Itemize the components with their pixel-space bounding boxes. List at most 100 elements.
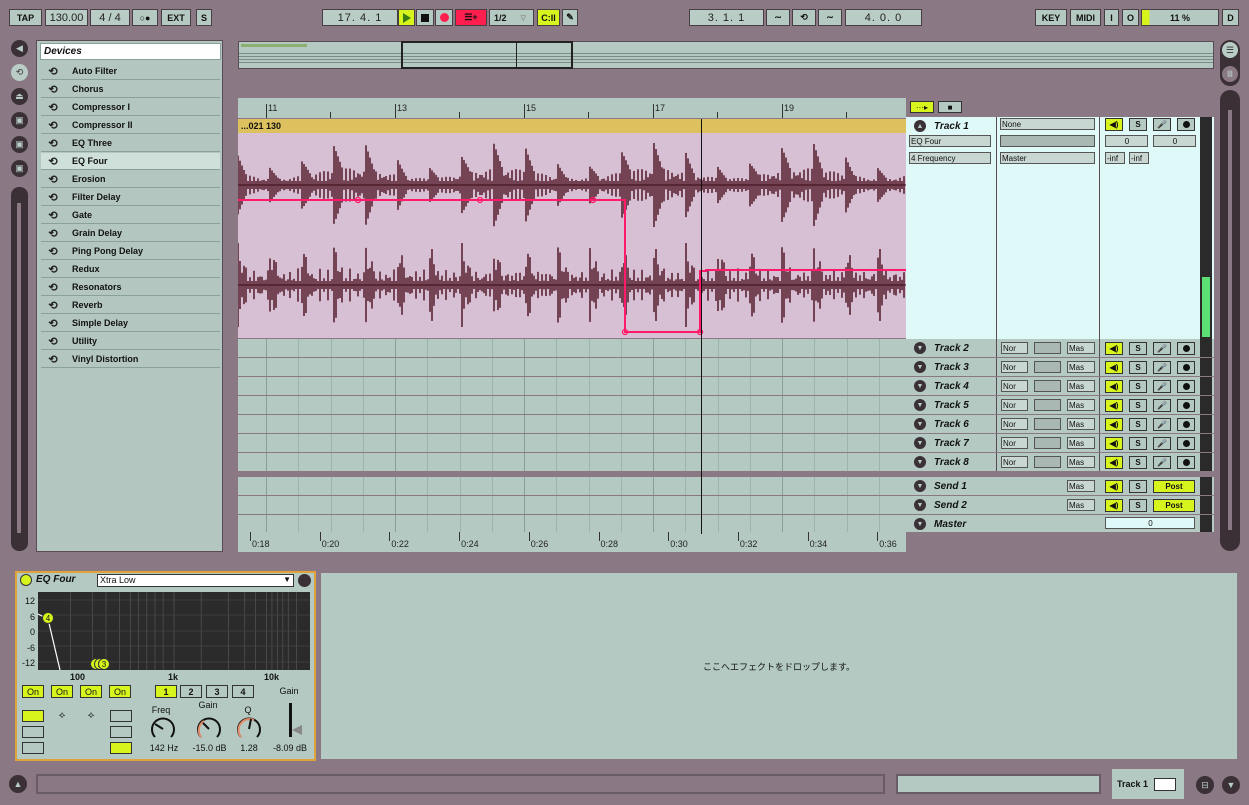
- monitor-button[interactable]: 🎤: [1153, 342, 1171, 355]
- save-preset-icon[interactable]: [298, 574, 311, 587]
- browser-item[interactable]: ⟲ Ping Pong Delay: [41, 243, 220, 260]
- track-title[interactable]: ▼ Track 4: [910, 377, 1001, 395]
- solo-button[interactable]: S: [1129, 437, 1147, 450]
- browser-item[interactable]: ⟲ Auto Filter: [41, 63, 220, 80]
- input-chooser[interactable]: Nor: [1001, 380, 1028, 392]
- overview-zoom-box[interactable]: [401, 41, 573, 69]
- sync-s-button[interactable]: S: [196, 9, 212, 26]
- quantize-select[interactable]: 1/2 ▽: [489, 9, 534, 26]
- arm-button[interactable]: [1177, 342, 1195, 355]
- file-browser-icon-3[interactable]: ▣: [11, 160, 28, 177]
- band-select-button[interactable]: 4: [232, 685, 254, 698]
- input-channel[interactable]: [1034, 456, 1061, 468]
- session-view-icon[interactable]: Ⅲ: [1222, 66, 1238, 82]
- input-channel[interactable]: [1034, 361, 1061, 373]
- track-title[interactable]: ▼ Track 7: [910, 434, 1001, 452]
- track-activator[interactable]: ◀): [1105, 380, 1123, 393]
- record-button[interactable]: [435, 9, 453, 26]
- output-chooser[interactable]: Mas: [1067, 380, 1095, 392]
- arm-button[interactable]: [1177, 437, 1195, 450]
- fold-down-icon[interactable]: ▼: [914, 437, 926, 449]
- track-lane[interactable]: [238, 358, 906, 376]
- browser-item[interactable]: ⟲ EQ Three: [41, 135, 220, 152]
- input-channel[interactable]: [1034, 342, 1061, 354]
- monitor-button[interactable]: 🎤: [1153, 380, 1171, 393]
- solo-button[interactable]: S: [1129, 342, 1147, 355]
- hide-detail-icon[interactable]: ▼: [1222, 776, 1240, 794]
- eq-display[interactable]: 4123: [37, 592, 310, 671]
- monitor-button[interactable]: 🎤: [1153, 399, 1171, 412]
- file-browser-icon-1[interactable]: ▣: [11, 112, 28, 129]
- input-chooser[interactable]: Nor: [1001, 437, 1028, 449]
- band-select-button[interactable]: 2: [180, 685, 202, 698]
- solo-button[interactable]: S: [1129, 399, 1147, 412]
- track-activator[interactable]: ◀): [1105, 399, 1123, 412]
- device-power-icon[interactable]: [20, 574, 32, 586]
- browser-item[interactable]: ⟲ Filter Delay: [41, 189, 220, 206]
- send-solo[interactable]: S: [1129, 480, 1147, 493]
- fold-down-icon[interactable]: ▼: [914, 418, 926, 430]
- browser-item[interactable]: ⟲ EQ Four: [41, 153, 220, 170]
- track-activator[interactable]: ◀): [1105, 437, 1123, 450]
- track1-arm[interactable]: [1177, 118, 1195, 131]
- bell-filter-icon-2[interactable]: ⟡: [54, 710, 70, 722]
- punch-in-button[interactable]: ∼: [766, 9, 790, 26]
- input-chooser[interactable]: Nor: [1001, 342, 1028, 354]
- browser-item[interactable]: ⟲ Compressor II: [41, 117, 220, 134]
- send-title[interactable]: ▼ Send 2: [910, 496, 1001, 514]
- show-detail-icon[interactable]: ▲: [9, 775, 27, 793]
- browser-item[interactable]: ⟲ Reverb: [41, 297, 220, 314]
- midi-map-button[interactable]: MIDI: [1070, 9, 1101, 26]
- time-ruler[interactable]: 0:18 0:20 0:22 0:24 0:26 0:28 0:30 0:32 0:34 0:36: [238, 532, 906, 552]
- input-channel[interactable]: [1034, 418, 1061, 430]
- track1-volume[interactable]: 0: [1105, 135, 1148, 147]
- fold-down-icon[interactable]: ▼: [914, 380, 926, 392]
- fold-up-icon[interactable]: ▲: [914, 120, 926, 132]
- device-view-icon[interactable]: ⊟: [1196, 776, 1214, 794]
- output-chooser[interactable]: Mas: [1067, 437, 1095, 449]
- follow-button[interactable]: C:II: [537, 9, 560, 26]
- arm-button[interactable]: [1177, 418, 1195, 431]
- send-activator[interactable]: ◀): [1105, 480, 1123, 493]
- lock-button[interactable]: ■: [938, 101, 962, 113]
- play-button[interactable]: [398, 9, 415, 26]
- lowpass-filter-icon-4[interactable]: [110, 742, 132, 754]
- send-output-chooser[interactable]: Mas: [1067, 499, 1095, 511]
- solo-button[interactable]: S: [1129, 456, 1147, 469]
- preset-chooser[interactable]: Xtra Low ▼: [97, 574, 294, 587]
- automation-line[interactable]: [238, 199, 906, 333]
- bell-filter-icon-4[interactable]: [110, 710, 132, 722]
- track1-solo[interactable]: S: [1129, 118, 1147, 131]
- track1-device-chooser[interactable]: EQ Four: [909, 135, 991, 147]
- audio-clip[interactable]: [238, 133, 906, 338]
- track-lane[interactable]: [238, 396, 906, 414]
- browser-item[interactable]: ⟲ Erosion: [41, 171, 220, 188]
- highshelf-filter-icon-4[interactable]: [110, 726, 132, 738]
- bell-filter-icon-1[interactable]: [22, 710, 44, 722]
- hide-browser-icon[interactable]: ◀: [11, 40, 28, 57]
- solo-button[interactable]: S: [1129, 361, 1147, 374]
- output-chooser[interactable]: Mas: [1067, 418, 1095, 430]
- device-drop-area[interactable]: ここへエフェクトをドロップします。: [321, 573, 1237, 759]
- song-overview[interactable]: [238, 41, 1214, 69]
- track1-monitor[interactable]: 🎤: [1153, 118, 1171, 131]
- monitor-button[interactable]: 🎤: [1153, 437, 1171, 450]
- track1-input-channel[interactable]: [1000, 135, 1095, 147]
- input-chooser[interactable]: Nor: [1001, 418, 1028, 430]
- fold-down-icon[interactable]: ▼: [914, 399, 926, 411]
- fold-down-icon[interactable]: ▼: [914, 518, 926, 530]
- plugin-browser-icon[interactable]: ⏏: [11, 88, 28, 105]
- arm-button[interactable]: [1177, 380, 1195, 393]
- loop-length-field[interactable]: 4. 0. 0: [845, 9, 922, 26]
- output-chooser[interactable]: Mas: [1067, 361, 1095, 373]
- browser-item[interactable]: ⟲ Redux: [41, 261, 220, 278]
- master-title[interactable]: ▼ Master: [910, 515, 1001, 533]
- input-channel[interactable]: [1034, 437, 1061, 449]
- input-channel[interactable]: [1034, 380, 1061, 392]
- track-lane[interactable]: [238, 415, 906, 433]
- overdub-button[interactable]: ☰+: [455, 9, 487, 26]
- track-title[interactable]: ▼ Track 5: [910, 396, 1001, 414]
- bell-filter-icon-3[interactable]: ⟡: [83, 710, 99, 722]
- time-signature-field[interactable]: 4 / 4: [90, 9, 130, 26]
- send-lane[interactable]: [238, 496, 906, 514]
